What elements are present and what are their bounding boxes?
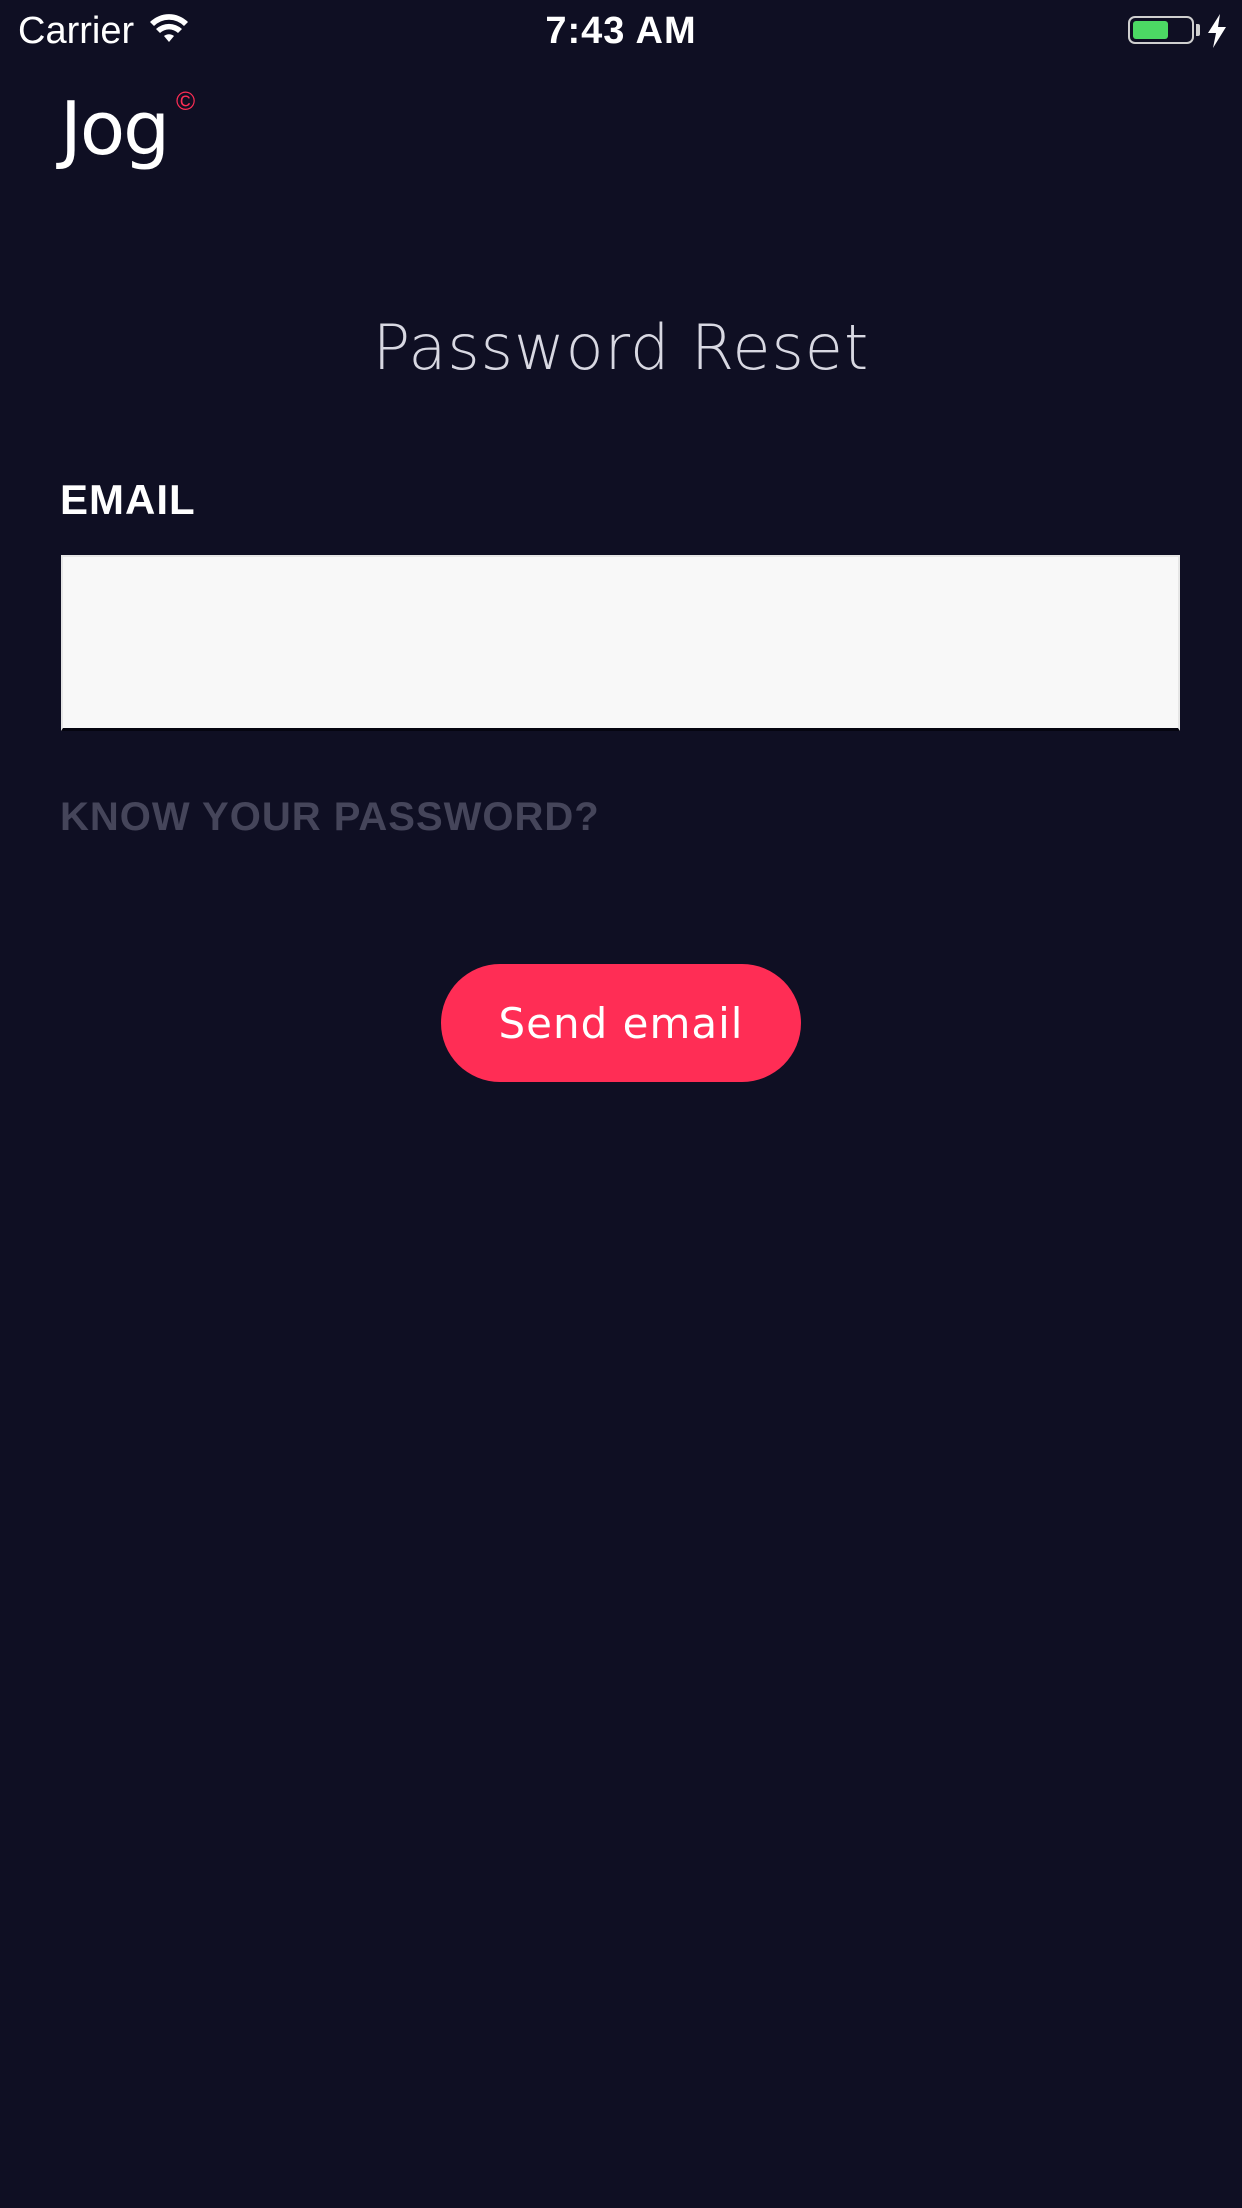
know-password-link[interactable]: KNOW YOUR PASSWORD? (60, 792, 600, 842)
battery-level-fill (1133, 21, 1168, 39)
password-reset-screen: Carrier 7:43 AM Jog © Password Reset EMA… (0, 0, 1242, 2208)
logo-text: Jog (60, 86, 170, 172)
status-time: 7:43 AM (545, 10, 697, 52)
charging-bolt-icon (1208, 14, 1226, 48)
logo-copyright-mark: © (176, 86, 196, 116)
email-label: EMAIL (60, 476, 196, 523)
send-email-button[interactable]: Send email (441, 964, 801, 1082)
email-field[interactable] (61, 555, 1180, 731)
battery-icon (1128, 16, 1194, 44)
battery-tip (1196, 24, 1200, 36)
status-bar: Carrier 7:43 AM (0, 0, 1242, 62)
page-title: Password Reset (372, 311, 870, 384)
app-logo: Jog © (60, 84, 195, 174)
